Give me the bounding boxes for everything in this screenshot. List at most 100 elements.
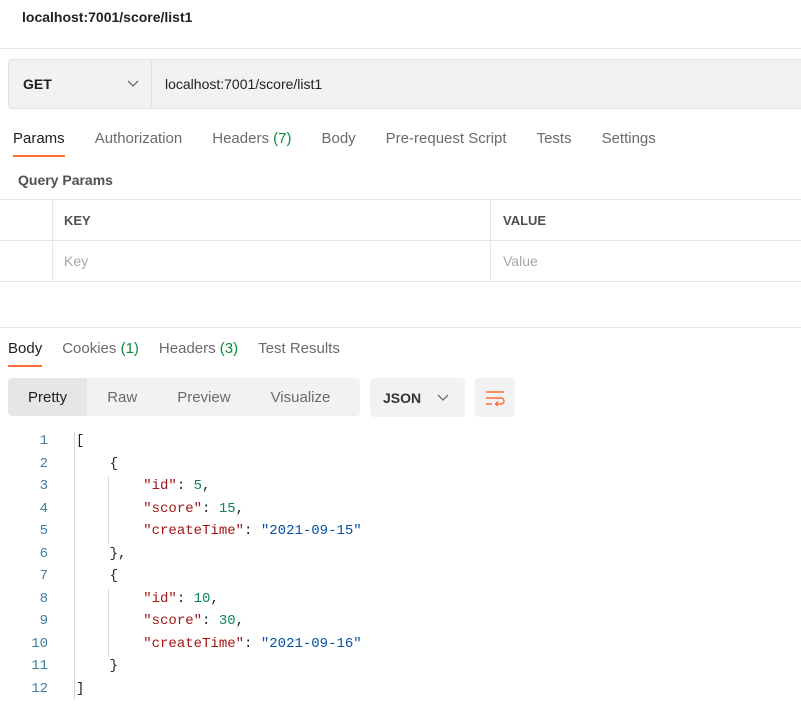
json-number: 10 [193, 590, 211, 607]
key-header: KEY [53, 200, 491, 240]
code-text: } [76, 658, 118, 674]
tab-tests[interactable]: Tests [537, 130, 572, 157]
line-number: 1 [39, 433, 48, 450]
code-line: 12] [0, 678, 362, 701]
tab-label: Tests [536, 130, 572, 147]
code-line: 2 { [0, 453, 362, 476]
code-line: 1[ [0, 430, 362, 453]
code-line: 5 "createTime": "2021-09-15" [0, 520, 362, 543]
tab-body[interactable]: Body [8, 340, 43, 367]
code-line: 10 "createTime": "2021-09-16" [0, 633, 362, 656]
line-number: 4 [39, 500, 48, 517]
json-punctuation: , [235, 613, 245, 630]
code-text: { [76, 456, 118, 472]
chevron-down-icon [127, 80, 139, 87]
view-visualize[interactable]: Visualize [251, 378, 351, 416]
json-number: 15 [218, 500, 236, 517]
code-line: 3 "id": 5, [0, 475, 362, 498]
tab-pre-request-script[interactable]: Pre-request Script [386, 130, 507, 157]
tab-label: Body [321, 130, 356, 147]
view-preview[interactable]: Preview [157, 378, 250, 416]
tab-label: Cookies [62, 340, 117, 357]
tab-count: (1) [120, 340, 139, 357]
code-text: [ [76, 433, 84, 449]
json-punctuation: : [244, 523, 261, 540]
json-punctuation: , [235, 500, 245, 517]
code-line: 7 { [0, 565, 362, 588]
code-line: 11 } [0, 655, 362, 678]
tab-authorization[interactable]: Authorization [95, 130, 183, 157]
json-punctuation [76, 613, 143, 629]
view-mode-group: Pretty Raw Preview Visualize [8, 378, 360, 416]
request-title: localhost:7001/score/list1 [22, 9, 193, 25]
code-text: "id": 5, [76, 478, 210, 494]
params-table: KEY VALUE Key Value [0, 199, 801, 282]
code-line: 9 "score": 30, [0, 610, 362, 633]
json-punctuation: { [76, 455, 119, 472]
tab-headers[interactable]: Headers (3) [159, 340, 238, 367]
wrap-lines-icon [486, 390, 505, 406]
json-string: "2021-09-15" [260, 523, 362, 540]
divider [0, 327, 801, 328]
json-punctuation: : [244, 635, 261, 652]
tab-cookies[interactable]: Cookies (1) [62, 340, 139, 367]
method-select[interactable]: GET [9, 60, 152, 108]
json-punctuation [76, 591, 143, 607]
params-row: Key Value [0, 241, 801, 282]
tab-params[interactable]: Params [13, 130, 65, 157]
json-string: "2021-09-16" [260, 635, 362, 652]
line-number: 6 [39, 545, 48, 562]
line-number: 11 [31, 658, 48, 675]
code-line: 8 "id": 10, [0, 588, 362, 611]
view-pretty[interactable]: Pretty [8, 378, 88, 416]
json-punctuation [76, 478, 143, 494]
tab-label: Headers [158, 340, 216, 357]
query-params-title: Query Params [18, 172, 113, 188]
tab-label: Settings [601, 130, 656, 147]
code-text: "score": 30, [76, 613, 244, 629]
response-tabs: Body Cookies (1) Headers (3) Test Results [8, 340, 360, 367]
request-bar: GET localhost:7001/score/list1 [8, 59, 801, 109]
code-text: "score": 15, [76, 501, 244, 517]
value-input[interactable]: Value [491, 241, 801, 281]
line-number: 9 [39, 613, 48, 630]
json-key: "createTime" [143, 635, 245, 652]
json-punctuation: : [176, 478, 194, 495]
format-select[interactable]: JSON [370, 378, 465, 417]
code-text: }, [76, 546, 127, 562]
code-text: { [76, 568, 118, 584]
tab-settings[interactable]: Settings [602, 130, 656, 157]
code-line: 6 }, [0, 543, 362, 566]
key-input[interactable]: Key [53, 241, 491, 281]
json-punctuation: , [210, 590, 219, 607]
tab-count: (3) [219, 340, 239, 357]
json-key: "createTime" [143, 523, 245, 540]
json-punctuation: : [176, 590, 194, 607]
line-number: 10 [31, 635, 48, 652]
line-number: 7 [39, 568, 48, 585]
json-key: "id" [143, 478, 177, 495]
line-number: 12 [31, 680, 48, 697]
response-body-code: 1[2 {3 "id": 5, 4 "score": 15, 5 "createTi… [0, 430, 362, 700]
view-raw[interactable]: Raw [87, 378, 157, 416]
chevron-down-icon [437, 394, 449, 401]
json-punctuation: [ [76, 433, 85, 450]
tab-test-results[interactable]: Test Results [258, 340, 340, 367]
json-key: "score" [143, 500, 203, 517]
code-text: "createTime": "2021-09-16" [76, 635, 362, 652]
line-number: 5 [39, 523, 48, 540]
json-punctuation: , [202, 478, 211, 495]
tab-label: Params [13, 130, 65, 147]
code-line: 4 "score": 15, [0, 498, 362, 521]
tab-headers[interactable]: Headers (7) [212, 130, 291, 157]
json-punctuation [76, 636, 143, 652]
wrap-lines-button[interactable] [475, 378, 515, 417]
line-number: 2 [39, 455, 48, 472]
json-punctuation [76, 501, 143, 517]
tab-body[interactable]: Body [321, 130, 355, 157]
code-text: "createTime": "2021-09-15" [76, 523, 362, 540]
params-header-row: KEY VALUE [0, 200, 801, 241]
json-punctuation: : [202, 500, 219, 517]
url-input[interactable]: localhost:7001/score/list1 [152, 60, 322, 108]
json-punctuation: ] [76, 680, 85, 697]
